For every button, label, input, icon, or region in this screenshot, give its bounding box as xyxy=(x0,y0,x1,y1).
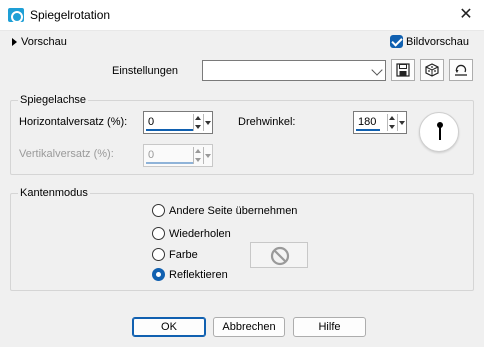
angle-value: 180 xyxy=(358,116,377,128)
settings-label: Einstellungen xyxy=(112,65,179,77)
spin-down-icon xyxy=(195,125,201,129)
slider-bar xyxy=(356,129,380,131)
cancel-button[interactable]: Abbrechen xyxy=(213,317,285,337)
close-icon[interactable]: ✕ xyxy=(454,4,478,26)
reset-button[interactable] xyxy=(449,59,473,81)
radio-label: Farbe xyxy=(169,248,198,261)
mirror-axis-label: Spiegelachse xyxy=(18,94,89,106)
angle-dial-icon xyxy=(437,122,443,140)
app-icon xyxy=(8,8,24,23)
checkbox-checked-icon xyxy=(390,35,403,48)
vertical-offset-value: 0 xyxy=(148,149,155,161)
angle-dial[interactable] xyxy=(419,112,459,152)
help-button[interactable]: Hilfe xyxy=(293,317,366,337)
spin-up-icon xyxy=(195,116,201,120)
spin-down-icon xyxy=(195,158,201,162)
radio-other-side[interactable]: Andere Seite übernehmen xyxy=(152,204,297,217)
preview-toggle[interactable]: Vorschau xyxy=(12,36,67,48)
spin-arrows[interactable] xyxy=(193,114,202,131)
edge-mode-label: Kantenmodus xyxy=(18,187,90,199)
vertical-offset-spinner: 0 xyxy=(143,144,213,167)
spin-up-icon xyxy=(389,116,395,120)
radio-label: Wiederholen xyxy=(169,227,231,240)
vertical-offset-label: Vertikalversatz (%): xyxy=(19,148,114,160)
radio-color[interactable]: Farbe xyxy=(152,248,198,261)
slider-bar xyxy=(146,129,194,131)
reset-icon xyxy=(455,64,467,76)
bildvorschau-checkbox[interactable]: Bildvorschau xyxy=(390,35,469,48)
angle-label: Drehwinkel: xyxy=(238,116,296,128)
slider-dropdown-icon[interactable] xyxy=(203,114,211,131)
title-bar: Spiegelrotation ✕ xyxy=(0,0,484,31)
settings-combobox[interactable] xyxy=(202,60,386,81)
window-title: Spiegelrotation xyxy=(30,8,111,22)
slider-bar xyxy=(146,162,194,164)
spin-up-icon xyxy=(195,149,201,153)
expand-arrow-icon xyxy=(12,38,17,46)
randomize-button[interactable] xyxy=(420,59,444,81)
radio-label: Reflektieren xyxy=(169,268,228,281)
spin-down-icon xyxy=(389,125,395,129)
color-swatch[interactable] xyxy=(250,242,308,268)
radio-selected-icon xyxy=(152,268,165,281)
save-preset-button[interactable] xyxy=(391,59,415,81)
save-preset-icon xyxy=(396,63,410,77)
spin-arrows xyxy=(193,147,202,164)
spin-arrows[interactable] xyxy=(387,114,396,131)
chevron-down-icon xyxy=(371,64,383,76)
bildvorschau-label: Bildvorschau xyxy=(406,35,469,48)
slider-dropdown-icon xyxy=(203,147,211,164)
randomize-dice-icon xyxy=(425,63,439,77)
slider-dropdown-icon[interactable] xyxy=(397,114,405,131)
radio-empty-icon xyxy=(152,204,165,217)
angle-spinner[interactable]: 180 xyxy=(353,111,407,134)
horizontal-offset-label: Horizontalversatz (%): xyxy=(19,116,128,128)
preview-label: Vorschau xyxy=(21,36,67,48)
radio-empty-icon xyxy=(152,227,165,240)
no-color-icon xyxy=(270,246,290,266)
ok-button[interactable]: OK xyxy=(132,317,206,337)
radio-empty-icon xyxy=(152,248,165,261)
radio-repeat[interactable]: Wiederholen xyxy=(152,227,231,240)
radio-reflect[interactable]: Reflektieren xyxy=(152,268,228,281)
horizontal-offset-value: 0 xyxy=(148,116,155,128)
horizontal-offset-spinner[interactable]: 0 xyxy=(143,111,213,134)
radio-label: Andere Seite übernehmen xyxy=(169,204,298,217)
